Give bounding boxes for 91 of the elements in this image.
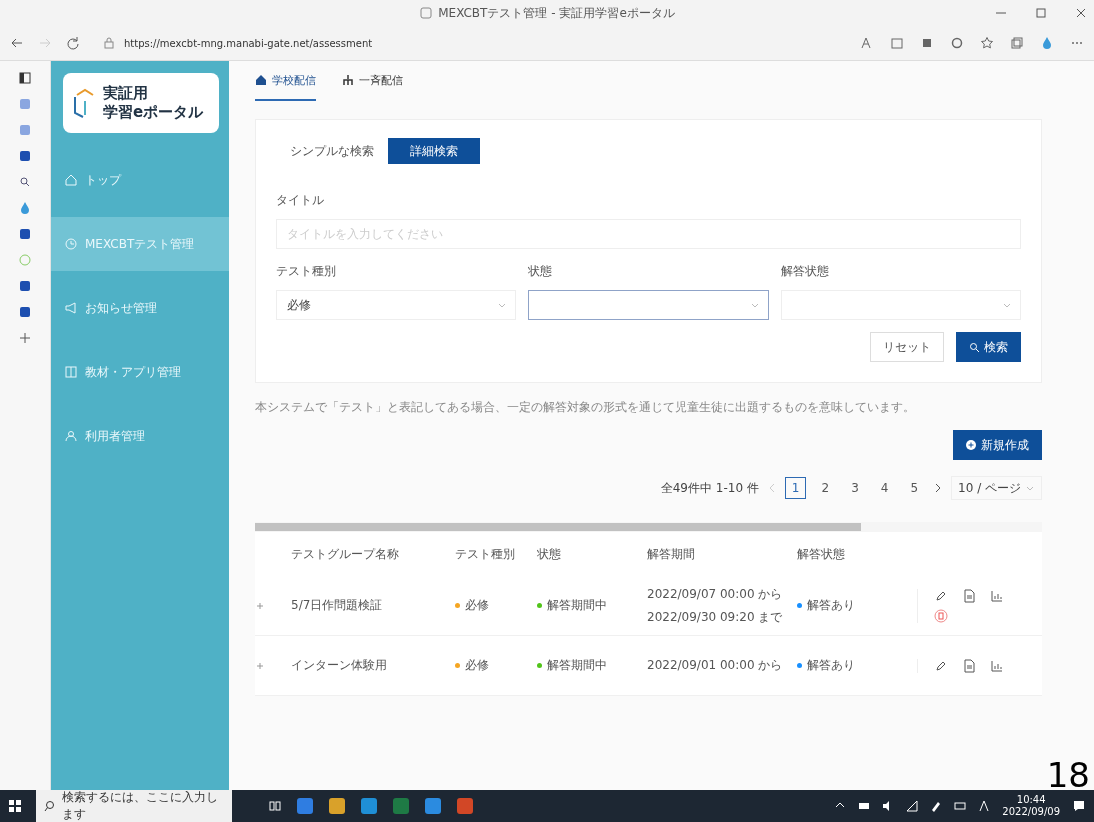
tab[interactable]: 学校配信: [255, 61, 316, 101]
page-icon: [419, 6, 434, 20]
tab-icon[interactable]: [18, 305, 32, 319]
column-header: 解答期間: [647, 545, 696, 563]
app-icon[interactable]: [328, 797, 346, 815]
page-button[interactable]: 3: [844, 477, 866, 499]
circle-icon[interactable]: [950, 36, 964, 50]
horizontal-scrollbar[interactable]: [255, 522, 1042, 532]
pagination-summary: 全49件中 1-10 件: [660, 479, 759, 497]
field-label: タイトル: [276, 192, 325, 209]
app-icon[interactable]: [456, 797, 474, 815]
refresh-icon[interactable]: [66, 36, 80, 50]
page-number: 18: [1046, 758, 1090, 792]
plus-icon[interactable]: [18, 331, 32, 345]
chart-icon[interactable]: [990, 658, 1004, 673]
drop-icon[interactable]: [1040, 36, 1054, 50]
table-cell: インターン体験用: [291, 636, 455, 696]
megaphone-icon: [65, 302, 77, 314]
table-cell: 2022/09/07 00:00 から: [647, 585, 783, 603]
maximize-icon[interactable]: [1034, 6, 1048, 20]
new-button[interactable]: 新規作成: [953, 430, 1042, 460]
battery-icon[interactable]: [858, 800, 871, 812]
collections-icon[interactable]: [1010, 36, 1024, 50]
page-button[interactable]: 2: [814, 477, 837, 499]
chart-icon[interactable]: [990, 588, 1004, 603]
close-icon[interactable]: [1074, 6, 1088, 20]
tab[interactable]: 一斉配信: [342, 61, 403, 101]
search-button[interactable]: 検索: [956, 332, 1021, 362]
column-header: 解答状態: [797, 545, 846, 563]
taskbar-search-field[interactable]: 検索するには、ここに入力します: [36, 790, 232, 822]
pen-icon[interactable]: [930, 800, 943, 812]
hierarchy-icon: [342, 74, 354, 86]
drop-icon[interactable]: [18, 201, 32, 215]
field-label: テスト種別: [276, 263, 337, 280]
field-label: 状態: [528, 263, 554, 280]
select-field[interactable]: [528, 290, 769, 320]
page-button[interactable]: 1: [784, 477, 807, 499]
home-icon: [255, 74, 267, 86]
home-icon: [65, 174, 77, 186]
keyboard-icon[interactable]: [954, 800, 967, 812]
document-icon[interactable]: [962, 658, 976, 673]
tab-icon[interactable]: [18, 227, 32, 241]
search-icon: [44, 800, 56, 812]
column-header: テスト種別: [455, 545, 516, 563]
reset-button[interactable]: リセット: [870, 332, 944, 362]
lock-icon: [102, 36, 116, 50]
sidebar-toggle-icon[interactable]: [18, 71, 32, 85]
table-cell: 2022/09/01 00:00 から: [647, 657, 783, 674]
app-icon[interactable]: [392, 797, 410, 815]
field-label: 解答状態: [780, 263, 830, 280]
logo-text: 学習eポータル: [103, 103, 204, 122]
table-cell: 必修: [465, 657, 489, 674]
page-button[interactable]: 4: [873, 477, 896, 499]
book-icon: [65, 366, 77, 378]
app-icon[interactable]: [296, 797, 314, 815]
table-cell: 5/7日作問題検証: [291, 576, 455, 636]
task-view-icon[interactable]: [268, 799, 282, 813]
page-size-select[interactable]: 10 / ページ: [951, 476, 1042, 500]
app-icon[interactable]: [360, 797, 378, 815]
ime-icon[interactable]: [978, 800, 991, 812]
table-cell: 必修: [465, 597, 489, 614]
column-header: 状態: [537, 545, 562, 563]
column-header: テストグループ名称: [291, 545, 400, 563]
window-title: MEXCBTテスト管理 - 実証用学習eポータル: [438, 4, 675, 22]
select-field[interactable]: 必修: [276, 290, 517, 320]
url-field[interactable]: https://mexcbt-mng.manabi-gate.net/assessment: [124, 37, 373, 49]
plus-circle-icon: [966, 440, 976, 450]
search-icon[interactable]: [18, 175, 32, 189]
table-cell: 解答あり: [807, 597, 855, 614]
tab-icon[interactable]: [18, 279, 32, 293]
table-cell: 解答期間中: [547, 597, 607, 614]
user-icon: [65, 430, 77, 442]
windows-icon[interactable]: [8, 799, 22, 813]
table-cell: 解答期間中: [547, 657, 607, 674]
notification-icon[interactable]: [1072, 799, 1086, 813]
search-mode-tab[interactable]: 詳細検索: [388, 138, 480, 164]
clock-icon: [65, 238, 77, 250]
table-cell: 解答あり: [807, 657, 855, 674]
table-cell: 2022/09/30 09:20 まで: [647, 608, 783, 626]
back-icon[interactable]: [10, 36, 24, 50]
info-text: 本システムで「テスト」と表記してある場合、一定の解答対象の形式を通じて児童生徒に出題するものを意味しています。: [255, 399, 916, 416]
logo-text: 実証用: [103, 84, 149, 103]
network-icon[interactable]: [906, 800, 919, 812]
taskbar-time: 10:44: [1016, 794, 1046, 806]
page-button[interactable]: 5: [903, 477, 926, 499]
tab-icon[interactable]: [18, 149, 32, 163]
taskbar-date: 2022/09/09: [1002, 806, 1060, 818]
search-icon: [969, 342, 979, 352]
app-icon[interactable]: [424, 797, 442, 815]
document-icon[interactable]: [962, 588, 976, 603]
star-icon[interactable]: [980, 36, 994, 50]
